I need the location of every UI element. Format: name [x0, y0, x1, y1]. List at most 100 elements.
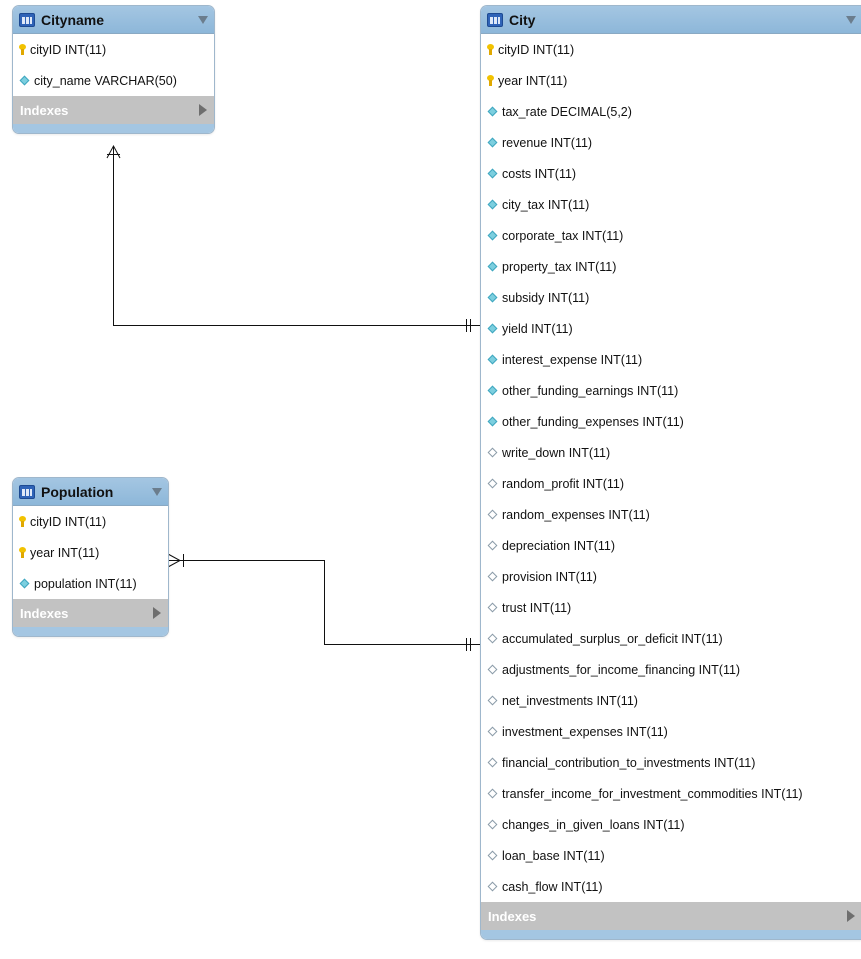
column-row[interactable]: city_tax INT(11) [481, 189, 861, 220]
indexes-bar[interactable]: Indexes [13, 96, 214, 124]
column-row[interactable]: subsidy INT(11) [481, 282, 861, 313]
indexes-label: Indexes [20, 102, 69, 118]
nullable-column-icon [487, 602, 498, 613]
column-row[interactable]: costs INT(11) [481, 158, 861, 189]
column-row[interactable]: tax_rate DECIMAL(5,2) [481, 96, 861, 127]
nullable-column-icon [487, 571, 498, 582]
column-list: cityID INT(11) city_name VARCHAR(50) [13, 34, 214, 96]
column-label: transfer_income_for_investment_commoditi… [502, 786, 803, 801]
column-row[interactable]: cityID INT(11) [481, 34, 861, 65]
column-row[interactable]: revenue INT(11) [481, 127, 861, 158]
column-label: trust INT(11) [502, 600, 572, 615]
table-header[interactable]: Population [13, 478, 168, 506]
column-label: year INT(11) [30, 545, 100, 560]
column-label: net_investments INT(11) [502, 693, 638, 708]
column-row[interactable]: accumulated_surplus_or_deficit INT(11) [481, 623, 861, 654]
not-null-column-icon [487, 354, 498, 365]
primary-key-icon [18, 44, 27, 55]
column-row[interactable]: changes_in_given_loans INT(11) [481, 809, 861, 840]
column-label: adjustments_for_income_financing INT(11) [502, 662, 741, 677]
indexes-bar[interactable]: Indexes [481, 902, 861, 930]
column-row[interactable]: yield INT(11) [481, 313, 861, 344]
table-footer [481, 930, 861, 939]
column-label: cash_flow INT(11) [502, 879, 603, 894]
collapse-arrow-icon[interactable] [198, 15, 208, 24]
column-row[interactable]: population INT(11) [13, 568, 168, 599]
not-null-column-icon [487, 168, 498, 179]
column-list: cityID INT(11) year INT(11) tax_rate DECIM… [481, 34, 861, 902]
not-null-column-icon [487, 323, 498, 334]
table-icon [19, 484, 35, 499]
table-header[interactable]: City [481, 6, 861, 34]
column-row[interactable]: cityID INT(11) [13, 506, 168, 537]
column-row[interactable]: adjustments_for_income_financing INT(11) [481, 654, 861, 685]
column-row[interactable]: random_expenses INT(11) [481, 499, 861, 530]
column-label: tax_rate DECIMAL(5,2) [502, 104, 632, 119]
column-row[interactable]: depreciation INT(11) [481, 530, 861, 561]
column-label: cityID INT(11) [30, 514, 107, 529]
column-row[interactable]: transfer_income_for_investment_commoditi… [481, 778, 861, 809]
table-icon [487, 12, 503, 27]
indexes-label: Indexes [488, 908, 537, 924]
primary-key-icon [486, 75, 495, 86]
table-footer [13, 124, 214, 133]
nullable-column-icon [487, 447, 498, 458]
collapse-arrow-icon[interactable] [152, 487, 162, 496]
column-row[interactable]: other_funding_expenses INT(11) [481, 406, 861, 437]
column-row[interactable]: property_tax INT(11) [481, 251, 861, 282]
column-row[interactable]: financial_contribution_to_investments IN… [481, 747, 861, 778]
column-row[interactable]: random_profit INT(11) [481, 468, 861, 499]
nullable-column-icon [487, 695, 498, 706]
column-row[interactable]: investment_expenses INT(11) [481, 716, 861, 747]
expand-arrow-icon[interactable] [153, 607, 161, 619]
table-cityname[interactable]: Cityname cityID INT(11) city_name VARCHAR… [12, 5, 215, 134]
column-row[interactable]: other_funding_earnings INT(11) [481, 375, 861, 406]
nullable-column-icon [487, 664, 498, 675]
table-city[interactable]: City cityID INT(11) year INT(11) tax_rate … [480, 5, 861, 940]
expand-arrow-icon[interactable] [199, 104, 207, 116]
nullable-column-icon [487, 788, 498, 799]
table-population[interactable]: Population cityID INT(11) year INT(11) pop… [12, 477, 169, 637]
column-row[interactable]: trust INT(11) [481, 592, 861, 623]
column-row[interactable]: provision INT(11) [481, 561, 861, 592]
column-row[interactable]: loan_base INT(11) [481, 840, 861, 871]
indexes-bar[interactable]: Indexes [13, 599, 168, 627]
column-row[interactable]: cash_flow INT(11) [481, 871, 861, 902]
column-row[interactable]: net_investments INT(11) [481, 685, 861, 716]
column-list: cityID INT(11) year INT(11) population INT… [13, 506, 168, 599]
column-row[interactable]: interest_expense INT(11) [481, 344, 861, 375]
not-null-column-icon [487, 199, 498, 210]
column-row[interactable]: year INT(11) [13, 537, 168, 568]
column-label: property_tax INT(11) [502, 259, 617, 274]
table-title: City [509, 11, 536, 28]
primary-key-icon [486, 44, 495, 55]
column-label: loan_base INT(11) [502, 848, 605, 863]
indexes-label: Indexes [20, 605, 69, 621]
column-label: costs INT(11) [502, 166, 577, 181]
column-row[interactable]: cityID INT(11) [13, 34, 214, 65]
column-row[interactable]: year INT(11) [481, 65, 861, 96]
column-label: year INT(11) [498, 73, 568, 88]
column-label: other_funding_earnings INT(11) [502, 383, 679, 398]
column-row[interactable]: write_down INT(11) [481, 437, 861, 468]
column-label: interest_expense INT(11) [502, 352, 643, 367]
column-row[interactable]: corporate_tax INT(11) [481, 220, 861, 251]
nullable-column-icon [487, 726, 498, 737]
nullable-column-icon [487, 478, 498, 489]
not-null-column-icon [487, 230, 498, 241]
column-label: population INT(11) [34, 576, 137, 591]
not-null-column-icon [487, 292, 498, 303]
table-header[interactable]: Cityname [13, 6, 214, 34]
column-label: financial_contribution_to_investments IN… [502, 755, 756, 770]
not-null-column-icon [487, 106, 498, 117]
column-row[interactable]: city_name VARCHAR(50) [13, 65, 214, 96]
table-title: Population [41, 483, 114, 500]
not-null-column-icon [19, 75, 30, 86]
table-footer [13, 627, 168, 636]
not-null-column-icon [487, 416, 498, 427]
column-label: investment_expenses INT(11) [502, 724, 668, 739]
column-label: changes_in_given_loans INT(11) [502, 817, 685, 832]
expand-arrow-icon[interactable] [847, 910, 855, 922]
collapse-arrow-icon[interactable] [846, 15, 856, 24]
column-label: write_down INT(11) [502, 445, 611, 460]
